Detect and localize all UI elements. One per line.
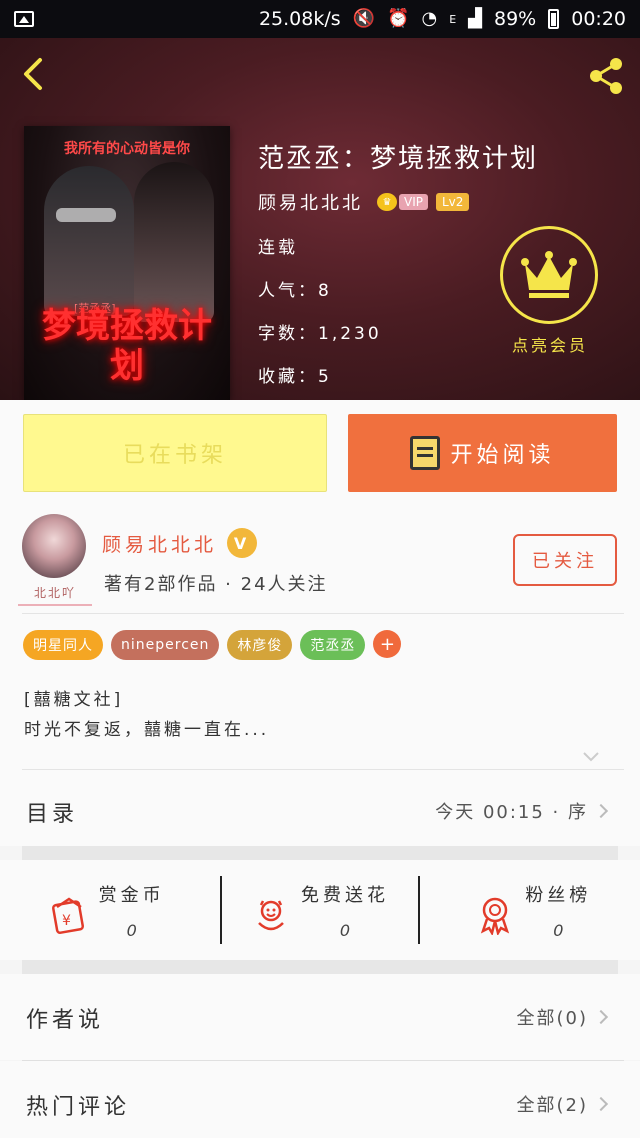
svg-text:¥: ¥ (62, 913, 71, 929)
flower-icon (258, 899, 284, 930)
status-bar: 25.08k/s 🔇 ⏰ ◔ E ▟ 89% 00:20 (0, 0, 640, 38)
alarm-icon: ⏰ (387, 8, 410, 29)
word-count: 字数：1,230 (258, 324, 382, 344)
hot-comments-all: 全部(2) (516, 1091, 609, 1117)
gallery-notification-icon (14, 11, 34, 27)
author-says-row[interactable]: 作者说 全部(0) (0, 974, 640, 1060)
cover-tagline: 我所有的心动皆是你 (64, 141, 190, 157)
author-card-name[interactable]: 顾易北北北 V (102, 528, 258, 558)
battery-percent: 89% (494, 8, 537, 30)
coin-red-envelope-icon: ¥ (51, 896, 84, 934)
description-line-2: 时光不复返，囍糖一直在... (24, 720, 270, 740)
stat-value: 0 (553, 920, 564, 940)
book-info: 范丞丞：梦境拯救计划 顾易北北北 ♛ VIP Lv2 连载 人气：8 字数：1,… (258, 138, 538, 387)
author-card-name-text: 顾易北北北 (102, 533, 218, 556)
mute-icon: 🔇 (352, 8, 376, 29)
tag-chip[interactable]: 林彦俊 (227, 630, 293, 660)
member-crown-circle (500, 226, 598, 324)
stat-label: 免费送花 (300, 884, 389, 906)
free-flower-button[interactable]: 免费送花 0 (213, 860, 426, 960)
book-title: 范丞丞：梦境拯救计划 (258, 144, 539, 174)
network-type: E (449, 12, 457, 26)
author-says-all: 全部(0) (516, 1004, 609, 1030)
wifi-icon: ◔ (421, 8, 438, 29)
favorites-count: 收藏：5 (258, 367, 332, 387)
catalog-latest: 今天 00:15 · 序 (435, 798, 609, 824)
in-bookshelf-button[interactable]: 已在书架 (23, 414, 327, 492)
tag-list: 明星同人 ninepercen 林彦俊 范丞丞 + (23, 630, 402, 660)
crown-icon: ♛ (377, 193, 397, 211)
cover-figure-male (44, 166, 134, 316)
chevron-right-icon (593, 803, 609, 819)
crown-icon (521, 251, 577, 298)
stat-label: 赏金币 (98, 884, 165, 906)
start-reading-button[interactable]: 开始阅读 (348, 414, 617, 492)
chevron-right-icon (593, 1009, 609, 1025)
battery-icon (548, 9, 560, 29)
tag-chip[interactable]: 范丞丞 (300, 630, 366, 660)
stat-label: 粉丝榜 (525, 884, 592, 906)
net-speed: 25.08k/s (258, 8, 341, 30)
serial-status: 连载 (258, 238, 298, 258)
catalog-updated: 今天 00:15 · 序 (435, 802, 588, 823)
cover-glasses (56, 208, 116, 222)
book-cover[interactable]: 我所有的心动皆是你 [范丞丞] 梦境拯救计划 (24, 126, 230, 400)
reward-coins-button[interactable]: ¥ 赏金币 0 (0, 860, 213, 960)
vip-badge: ♛ VIP (377, 193, 428, 211)
start-reading-label: 开始阅读 (450, 443, 555, 468)
add-tag-button[interactable]: + (373, 630, 402, 658)
tag-chip[interactable]: ninepercen (111, 630, 220, 660)
catalog-row[interactable]: 目录 今天 00:15 · 序 (0, 770, 640, 846)
description-line-1: [囍糖文社] (24, 690, 124, 710)
member-label: 点亮会员 (511, 336, 588, 355)
stat-value: 0 (339, 920, 351, 940)
divider (418, 876, 420, 944)
stats-bar: ¥ 赏金币 0 免费送花 0 粉丝榜 0 (0, 860, 640, 960)
cover-title: 梦境拯救计划 (42, 306, 212, 386)
popularity: 人气：8 (258, 281, 332, 301)
clock: 00:20 (571, 8, 626, 30)
tag-chip[interactable]: 明星同人 (23, 630, 103, 660)
hot-comments-count: 全部(2) (516, 1095, 588, 1116)
author-says-label: 作者说 (26, 1008, 105, 1033)
avatar-tag: 北北吖 (18, 580, 92, 606)
catalog-label: 目录 (26, 802, 79, 827)
verified-badge-icon: V (227, 528, 258, 558)
author-meta: 著有2部作品 · 24人关注 (104, 574, 328, 595)
cover-figure-female (134, 162, 214, 322)
followed-button[interactable]: 已关注 (513, 534, 617, 586)
chevron-right-icon (593, 1096, 609, 1112)
level-badge: Lv2 (435, 193, 470, 211)
back-button[interactable] (16, 56, 52, 92)
hot-comments-label: 热门评论 (26, 1095, 131, 1120)
author-says-count: 全部(0) (516, 1008, 588, 1029)
fan-ranking-button[interactable]: 粉丝榜 0 (427, 860, 640, 960)
chevron-left-icon (24, 58, 42, 90)
author-name[interactable]: 顾易北北北 (258, 189, 363, 215)
stat-value: 0 (126, 920, 137, 940)
section-gap (22, 960, 618, 974)
vip-label: VIP (399, 194, 428, 210)
author-row: 顾易北北北 ♛ VIP Lv2 (258, 189, 538, 215)
hot-comments-row[interactable]: 热门评论 全部(2) (0, 1061, 640, 1138)
award-ribbon-icon (481, 897, 510, 935)
member-button[interactable]: 点亮会员 (500, 226, 600, 356)
action-bar: 已在书架 开始阅读 (0, 400, 640, 500)
signal-icon: ▟ (468, 8, 482, 29)
share-icon (590, 58, 622, 94)
divider (22, 613, 624, 614)
chevron-down-icon (583, 752, 599, 762)
author-avatar[interactable] (22, 514, 86, 578)
book-header: 我所有的心动皆是你 [范丞丞] 梦境拯救计划 范丞丞：梦境拯救计划 顾易北北北 … (0, 38, 640, 400)
author-section: 北北吖 顾易北北北 V 著有2部作品 · 24人关注 已关注 明星同人 nine… (0, 500, 640, 770)
book-icon (410, 436, 441, 470)
section-gap (22, 846, 618, 860)
share-button[interactable] (586, 56, 626, 96)
expand-description-button[interactable] (582, 748, 600, 762)
